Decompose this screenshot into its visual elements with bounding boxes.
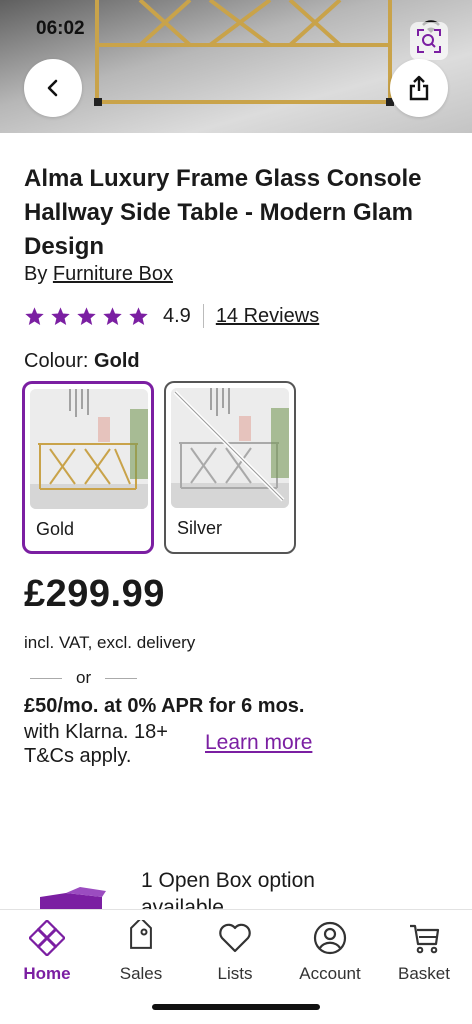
nav-label: Basket [398, 964, 450, 983]
chevron-left-icon [47, 79, 58, 97]
silver-table-thumbnail [171, 388, 289, 508]
star-icon [129, 306, 148, 325]
rating-row: 4.9 14 Reviews [24, 302, 319, 330]
brand-link[interactable]: Furniture Box [53, 263, 173, 285]
brand-byline: By Furniture Box [24, 263, 173, 286]
by-prefix: By [24, 263, 48, 285]
selected-colour: Gold [94, 350, 140, 372]
account-icon [313, 921, 347, 955]
home-icon [29, 920, 65, 956]
nav-lists[interactable]: Lists [188, 920, 282, 984]
home-indicator[interactable] [152, 1004, 320, 1010]
nav-label: Account [299, 964, 361, 983]
star-icon [77, 306, 96, 325]
star-icon [103, 306, 122, 325]
nav-sales[interactable]: Sales [94, 920, 188, 984]
finance-terms: with Klarna. 18+ T&Cs apply. [24, 721, 168, 767]
price: £299.99 [24, 573, 165, 615]
heart-icon [219, 923, 251, 953]
nav-account[interactable]: Account [283, 920, 377, 984]
vat-note: incl. VAT, excl. delivery [24, 633, 196, 652]
visual-search-icon[interactable] [410, 22, 448, 60]
status-time: 06:02 [36, 18, 85, 39]
cart-icon [410, 924, 440, 954]
share-icon [409, 75, 429, 101]
colour-option-silver[interactable]: Silver [164, 381, 296, 554]
reviews-link[interactable]: 14 Reviews [216, 305, 319, 328]
colour-option-label: Gold [36, 519, 75, 539]
product-hero-image[interactable]: 06:02 [0, 0, 472, 133]
star-icon [51, 306, 70, 325]
nav-basket[interactable]: Basket [377, 920, 471, 984]
nav-label: Lists [217, 964, 253, 983]
gold-table-thumbnail [30, 389, 148, 509]
or-text: or [76, 668, 92, 687]
or-divider: or [30, 668, 138, 688]
tag-icon [130, 920, 152, 949]
product-title: Alma Luxury Frame Glass Console Hallway … [24, 165, 422, 260]
colour-option-label: Silver [177, 518, 223, 538]
rating-value: 4.9 [163, 304, 191, 327]
colour-label: Colour: Gold [24, 350, 140, 373]
nav-label: Sales [119, 964, 163, 983]
rating-divider [202, 304, 204, 328]
star-icon [25, 306, 44, 325]
back-button[interactable] [24, 59, 82, 117]
nav-label: Home [23, 964, 71, 983]
divider-line [105, 677, 138, 679]
finance-offer: £50/mo. at 0% APR for 6 mos. [24, 695, 305, 717]
nav-home[interactable]: Home [0, 920, 94, 984]
learn-more-link[interactable]: Learn more [205, 731, 312, 755]
divider-line [30, 677, 62, 679]
colour-label-text: Colour: [24, 350, 89, 372]
star-rating [24, 306, 149, 327]
share-button[interactable] [390, 59, 448, 117]
colour-option-gold[interactable]: Gold [22, 381, 154, 554]
